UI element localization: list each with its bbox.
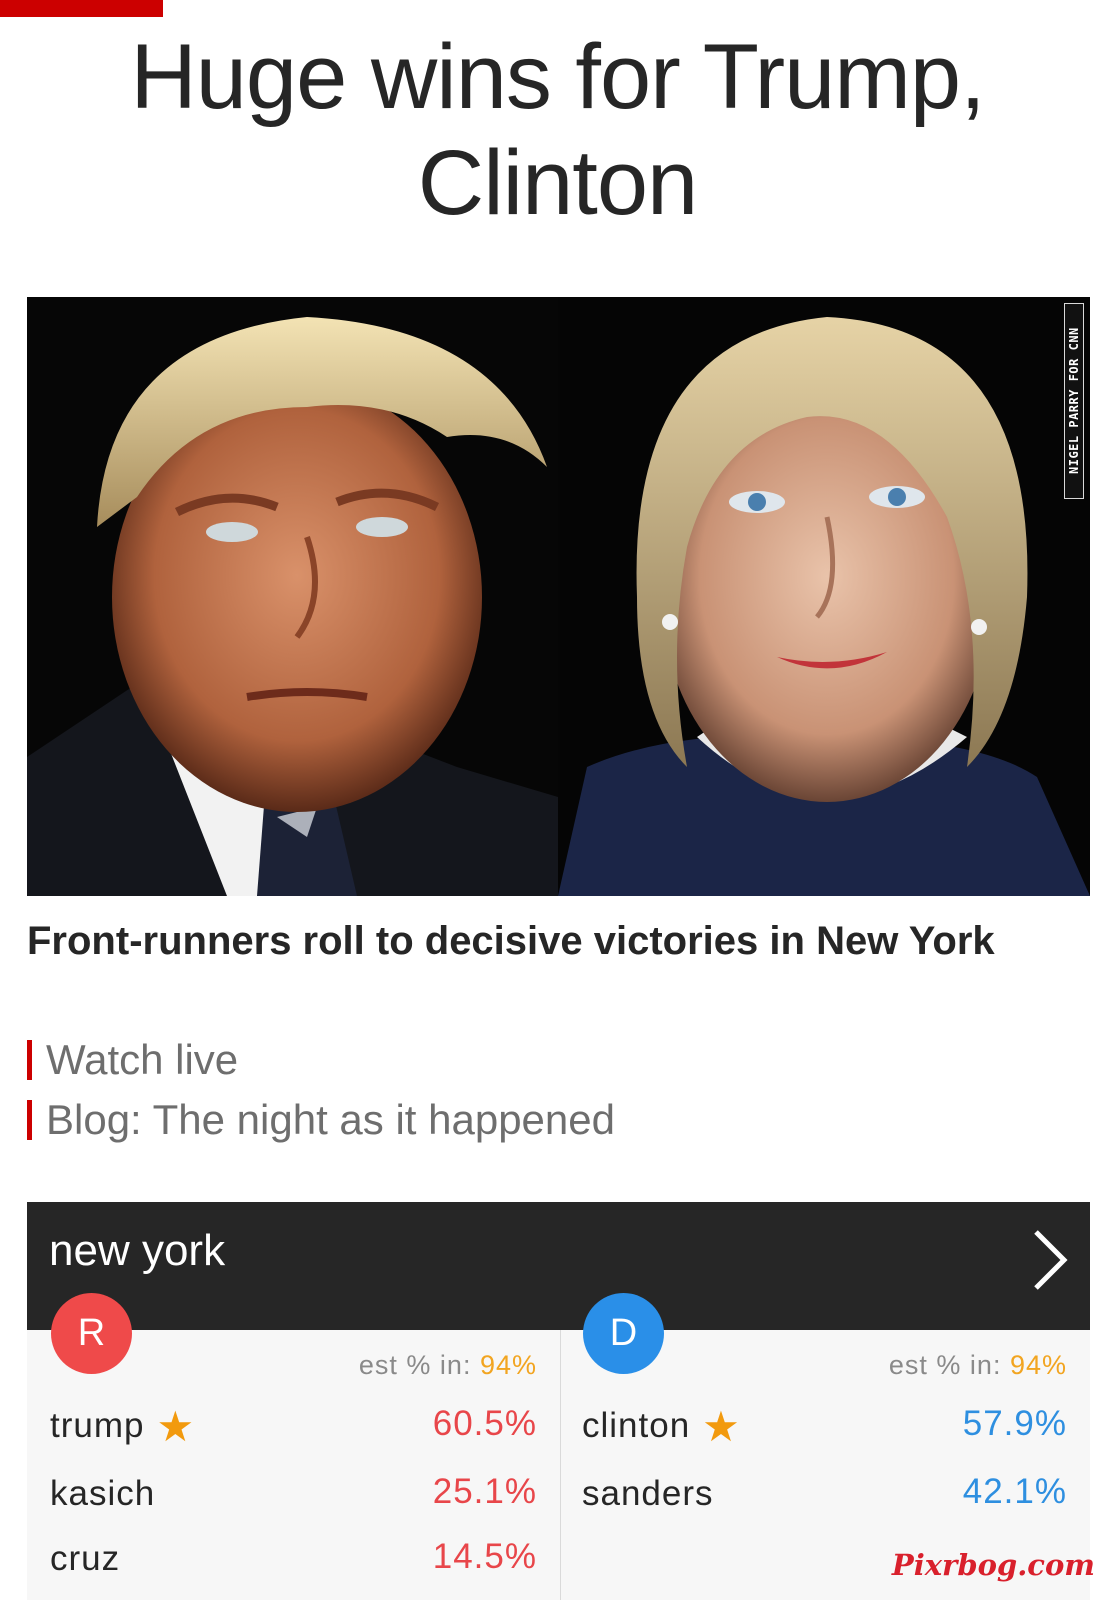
candidate-row-trump[interactable]: trump ★	[50, 1402, 196, 1450]
blog-link[interactable]: Blog: The night as it happened	[27, 1095, 615, 1145]
chevron-right-icon[interactable]	[1030, 1228, 1070, 1292]
page-headline[interactable]: Huge wins for Trump, Clinton	[0, 24, 1115, 236]
candidate-name: sanders	[582, 1474, 714, 1513]
party-divider	[560, 1330, 561, 1600]
est-value: 94%	[479, 1350, 537, 1380]
candidate-name: clinton	[582, 1406, 691, 1445]
candidate-name: trump	[50, 1406, 145, 1445]
candidate-row-clinton[interactable]: clinton ★	[582, 1402, 741, 1450]
hero-image[interactable]: NIGEL PARRY FOR CNN	[27, 297, 1090, 896]
results-header[interactable]: new york	[27, 1202, 1090, 1330]
republican-badge: R	[51, 1293, 132, 1374]
watch-live-label: Watch live	[46, 1036, 239, 1083]
candidate-row-sanders[interactable]: sanders	[582, 1472, 714, 1516]
watch-live-link[interactable]: Watch live	[27, 1035, 238, 1085]
candidate-row-kasich[interactable]: kasich	[50, 1472, 155, 1516]
est-label: est % in:	[358, 1350, 480, 1380]
photo-credit: NIGEL PARRY FOR CNN	[1064, 303, 1084, 499]
blog-label: Blog: The night as it happened	[46, 1096, 615, 1143]
candidate-pct-kasich: 25.1%	[432, 1472, 537, 1511]
republican-est-reporting: est % in: 94%	[359, 1350, 537, 1381]
est-label: est % in:	[888, 1350, 1010, 1380]
star-icon: ★	[156, 1402, 196, 1450]
results-state-name: new york	[49, 1226, 226, 1275]
candidate-pct-sanders: 42.1%	[962, 1472, 1067, 1511]
link-accent-bar	[27, 1100, 32, 1140]
watermark: Pixrbog.com	[891, 1548, 1095, 1582]
candidate-pct-trump: 60.5%	[432, 1404, 537, 1443]
candidate-name: cruz	[50, 1539, 121, 1578]
candidate-row-cruz[interactable]: cruz	[50, 1537, 120, 1581]
headline-line-1: Huge wins for Trump,	[130, 26, 985, 128]
story-title[interactable]: Front-runners roll to decisive victories…	[27, 914, 1067, 969]
democratic-est-reporting: est % in: 94%	[889, 1350, 1067, 1381]
candidate-pct-clinton: 57.9%	[962, 1404, 1067, 1443]
headline-line-2: Clinton	[417, 132, 698, 234]
candidate-name: kasich	[50, 1474, 156, 1513]
hero-portraits	[27, 297, 1090, 896]
est-value: 94%	[1009, 1350, 1067, 1380]
star-icon: ★	[702, 1402, 741, 1450]
democratic-badge: D	[583, 1293, 664, 1374]
top-accent-bar	[0, 0, 163, 17]
candidate-pct-cruz: 14.5%	[432, 1537, 537, 1576]
link-accent-bar	[27, 1040, 32, 1080]
